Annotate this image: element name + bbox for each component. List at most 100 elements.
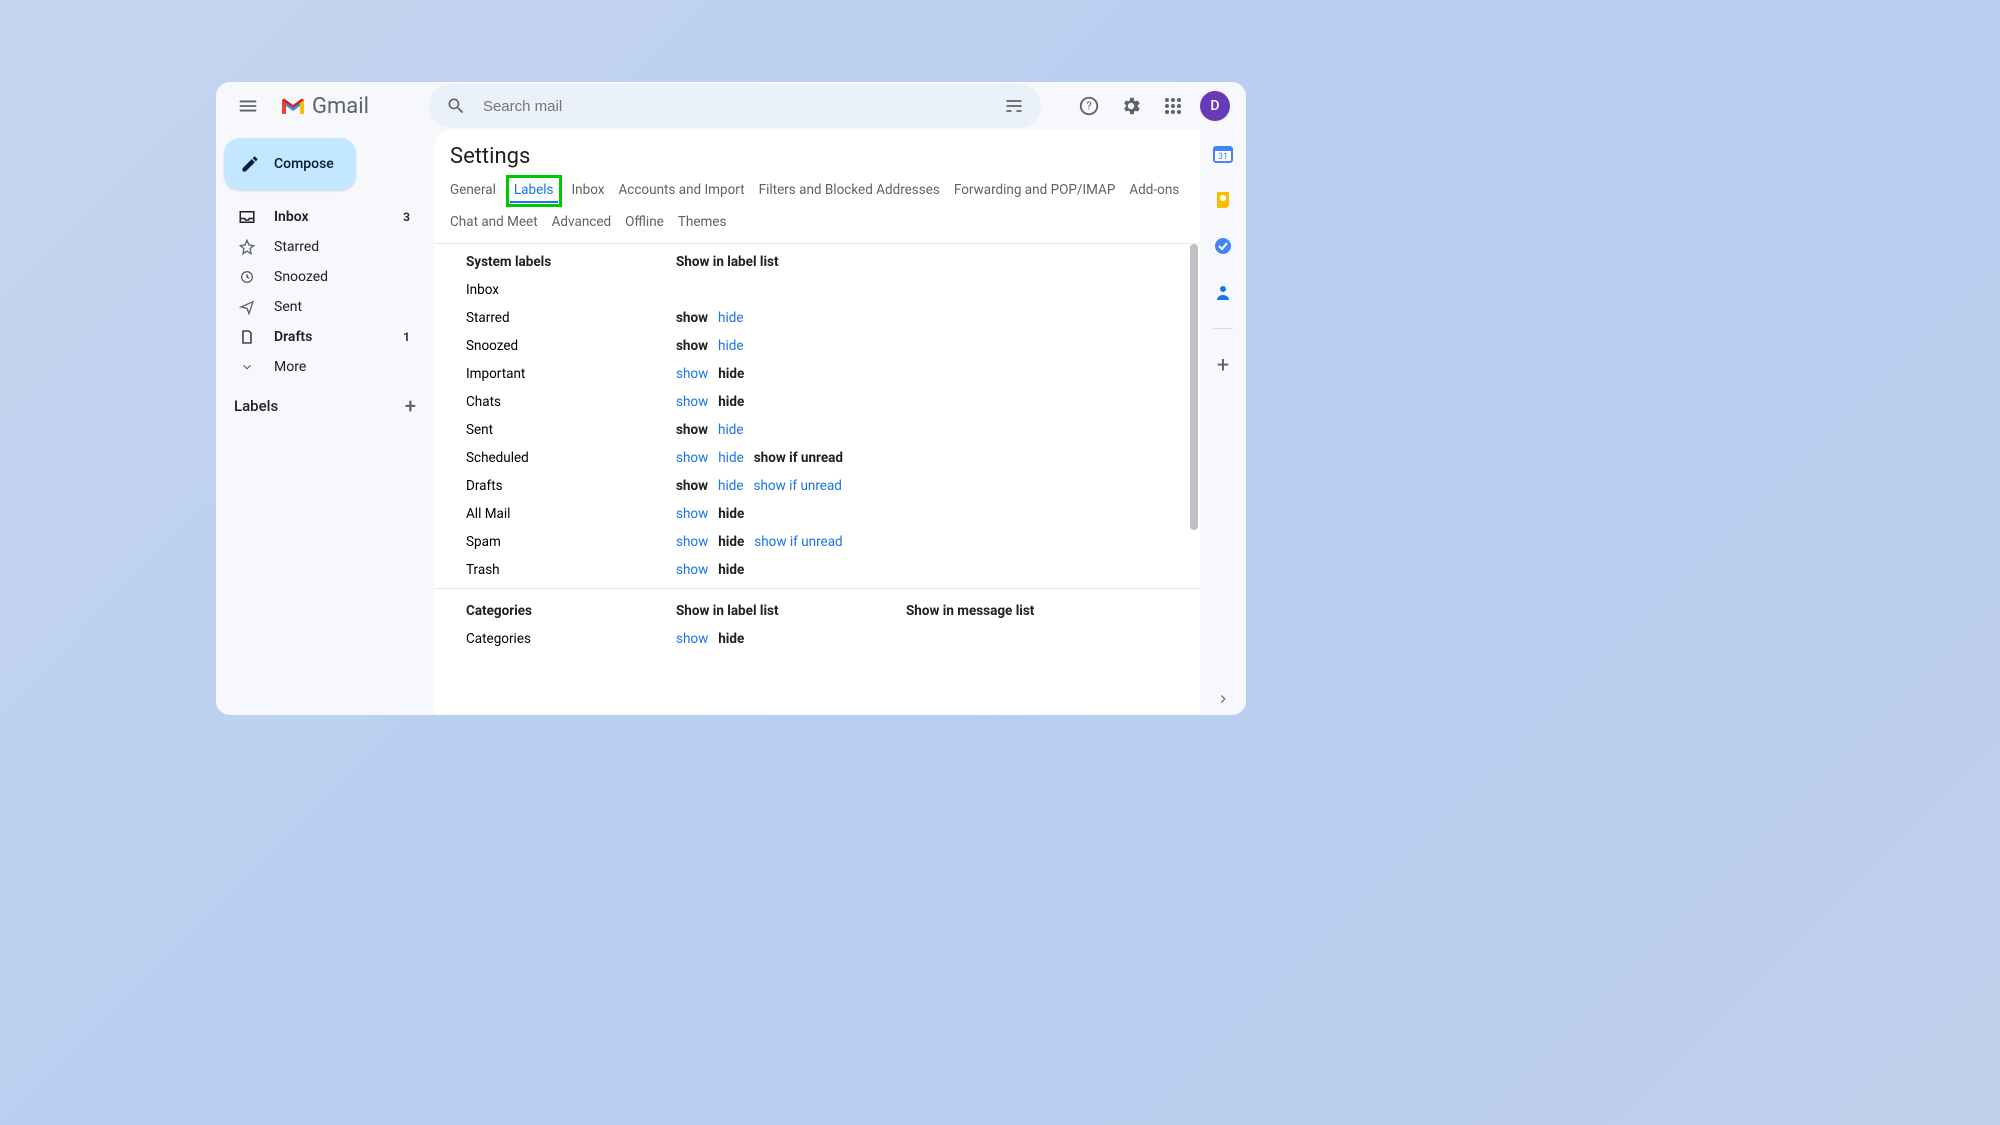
add-label-button[interactable]: +: [405, 396, 416, 416]
visibility-options: show hide: [676, 338, 906, 354]
opt-show[interactable]: show: [676, 338, 708, 354]
opt-hide[interactable]: hide: [718, 310, 744, 326]
label-name: Inbox: [466, 282, 676, 298]
opt-show[interactable]: show: [676, 562, 708, 578]
opt-hide[interactable]: hide: [718, 562, 744, 578]
label-row: Categoriesshow hide: [434, 625, 1200, 653]
search-options-button[interactable]: [995, 87, 1033, 125]
tasks-app-icon[interactable]: [1213, 236, 1233, 256]
settings-body[interactable]: System labels Show in label list InboxSt…: [434, 244, 1200, 715]
label-row: Trashshowhide: [434, 556, 1200, 584]
opt-show_if_unread[interactable]: show if unread: [754, 478, 842, 494]
opt-show[interactable]: show: [676, 631, 708, 647]
visibility-options: show hide: [676, 631, 906, 647]
tab-filters-and-blocked-addresses[interactable]: Filters and Blocked Addresses: [759, 179, 940, 201]
label-name: Categories: [466, 631, 676, 647]
add-app-button[interactable]: +: [1213, 355, 1233, 375]
keep-app-icon[interactable]: [1213, 190, 1233, 210]
nav-snoozed-label: Snoozed: [274, 269, 410, 285]
nav-snoozed[interactable]: Snoozed: [216, 262, 424, 292]
label-name: Starred: [466, 310, 676, 326]
sidebar: Compose Inbox 3 Starred Snoozed Sent: [216, 130, 434, 715]
body: Compose Inbox 3 Starred Snoozed Sent: [216, 130, 1246, 715]
labels-section-heading: Labels +: [216, 382, 434, 416]
file-icon: [238, 329, 256, 345]
opt-hide[interactable]: hide: [718, 450, 744, 466]
label-name: Chats: [466, 394, 676, 410]
clock-icon: [238, 269, 256, 285]
hamburger-icon: [237, 95, 259, 117]
opt-show[interactable]: show: [676, 450, 708, 466]
search-input[interactable]: [483, 98, 987, 115]
side-panel-toggle[interactable]: [1211, 687, 1235, 711]
opt-show[interactable]: show: [676, 506, 708, 522]
opt-hide[interactable]: hide: [718, 394, 744, 410]
tab-chat-and-meet[interactable]: Chat and Meet: [450, 211, 538, 233]
nav-starred-label: Starred: [274, 239, 410, 255]
support-button[interactable]: ?: [1070, 87, 1108, 125]
gmail-logo-text: Gmail: [312, 94, 369, 119]
tab-forwarding-and-pop-imap[interactable]: Forwarding and POP/IMAP: [954, 179, 1115, 201]
opt-hide[interactable]: hide: [718, 366, 744, 382]
opt-show[interactable]: show: [676, 478, 708, 494]
opt-show_if_unread[interactable]: show if unread: [754, 450, 843, 466]
settings-tabs: General Labels Inbox Accounts and Import Fil…: [434, 179, 1200, 244]
opt-hide[interactable]: hide: [718, 478, 744, 494]
opt-show[interactable]: show: [676, 394, 708, 410]
tab-labels[interactable]: Labels: [510, 179, 558, 203]
categories-header: Categories Show in label list Show in me…: [434, 593, 1200, 625]
apps-button[interactable]: [1154, 87, 1192, 125]
contacts-app-icon[interactable]: [1213, 282, 1233, 302]
calendar-app-icon[interactable]: 31: [1213, 144, 1233, 164]
label-name: Spam: [466, 534, 676, 550]
tab-add-ons[interactable]: Add-ons: [1129, 179, 1179, 201]
tab-inbox[interactable]: Inbox: [572, 179, 605, 201]
label-name: Important: [466, 366, 676, 382]
tab-general[interactable]: General: [450, 179, 496, 201]
header-right: ? D: [1070, 87, 1236, 125]
visibility-options: show hide: [676, 562, 906, 578]
main-menu-button[interactable]: [226, 84, 270, 128]
label-row: Inbox: [434, 276, 1200, 304]
opt-show[interactable]: show: [676, 310, 708, 326]
search-icon[interactable]: [437, 87, 475, 125]
nav-starred[interactable]: Starred: [216, 232, 424, 262]
gmail-icon: [280, 96, 306, 116]
scrollbar-thumb[interactable]: [1190, 244, 1198, 530]
tab-accounts-and-import[interactable]: Accounts and Import: [618, 179, 744, 201]
opt-show[interactable]: show: [676, 422, 708, 438]
visibility-options: show hide: [676, 506, 906, 522]
nav-more[interactable]: More: [216, 352, 424, 382]
compose-button[interactable]: Compose: [224, 138, 356, 190]
section-divider: [434, 588, 1200, 589]
search-bar[interactable]: [429, 84, 1041, 128]
col-system-labels: System labels: [466, 254, 676, 270]
header: Gmail ? D: [216, 82, 1246, 130]
account-avatar[interactable]: D: [1200, 91, 1230, 121]
tab-themes[interactable]: Themes: [678, 211, 727, 233]
pencil-icon: [240, 154, 260, 174]
opt-show[interactable]: show: [676, 366, 708, 382]
help-icon: ?: [1078, 95, 1100, 117]
opt-hide[interactable]: hide: [718, 506, 744, 522]
opt-hide[interactable]: hide: [718, 631, 744, 647]
gmail-logo[interactable]: Gmail: [280, 94, 369, 119]
tab-offline[interactable]: Offline: [625, 211, 664, 233]
nav-inbox[interactable]: Inbox 3: [216, 202, 424, 232]
tune-icon: [1004, 96, 1024, 116]
opt-hide[interactable]: hide: [718, 422, 744, 438]
opt-show[interactable]: show: [676, 534, 708, 550]
visibility-options: show hide show if unread: [676, 450, 906, 466]
visibility-options: show hide show if unread: [676, 534, 906, 550]
visibility-options: show hide: [676, 366, 906, 382]
tab-advanced[interactable]: Advanced: [552, 211, 612, 233]
label-row: All Mailshowhide: [434, 500, 1200, 528]
opt-hide[interactable]: hide: [718, 338, 744, 354]
opt-show_if_unread[interactable]: show if unread: [754, 534, 842, 550]
avatar-initial: D: [1210, 98, 1219, 114]
star-icon: [238, 239, 256, 255]
nav-sent[interactable]: Sent: [216, 292, 424, 322]
nav-drafts[interactable]: Drafts 1: [216, 322, 424, 352]
settings-button[interactable]: [1112, 87, 1150, 125]
opt-hide[interactable]: hide: [718, 534, 744, 550]
